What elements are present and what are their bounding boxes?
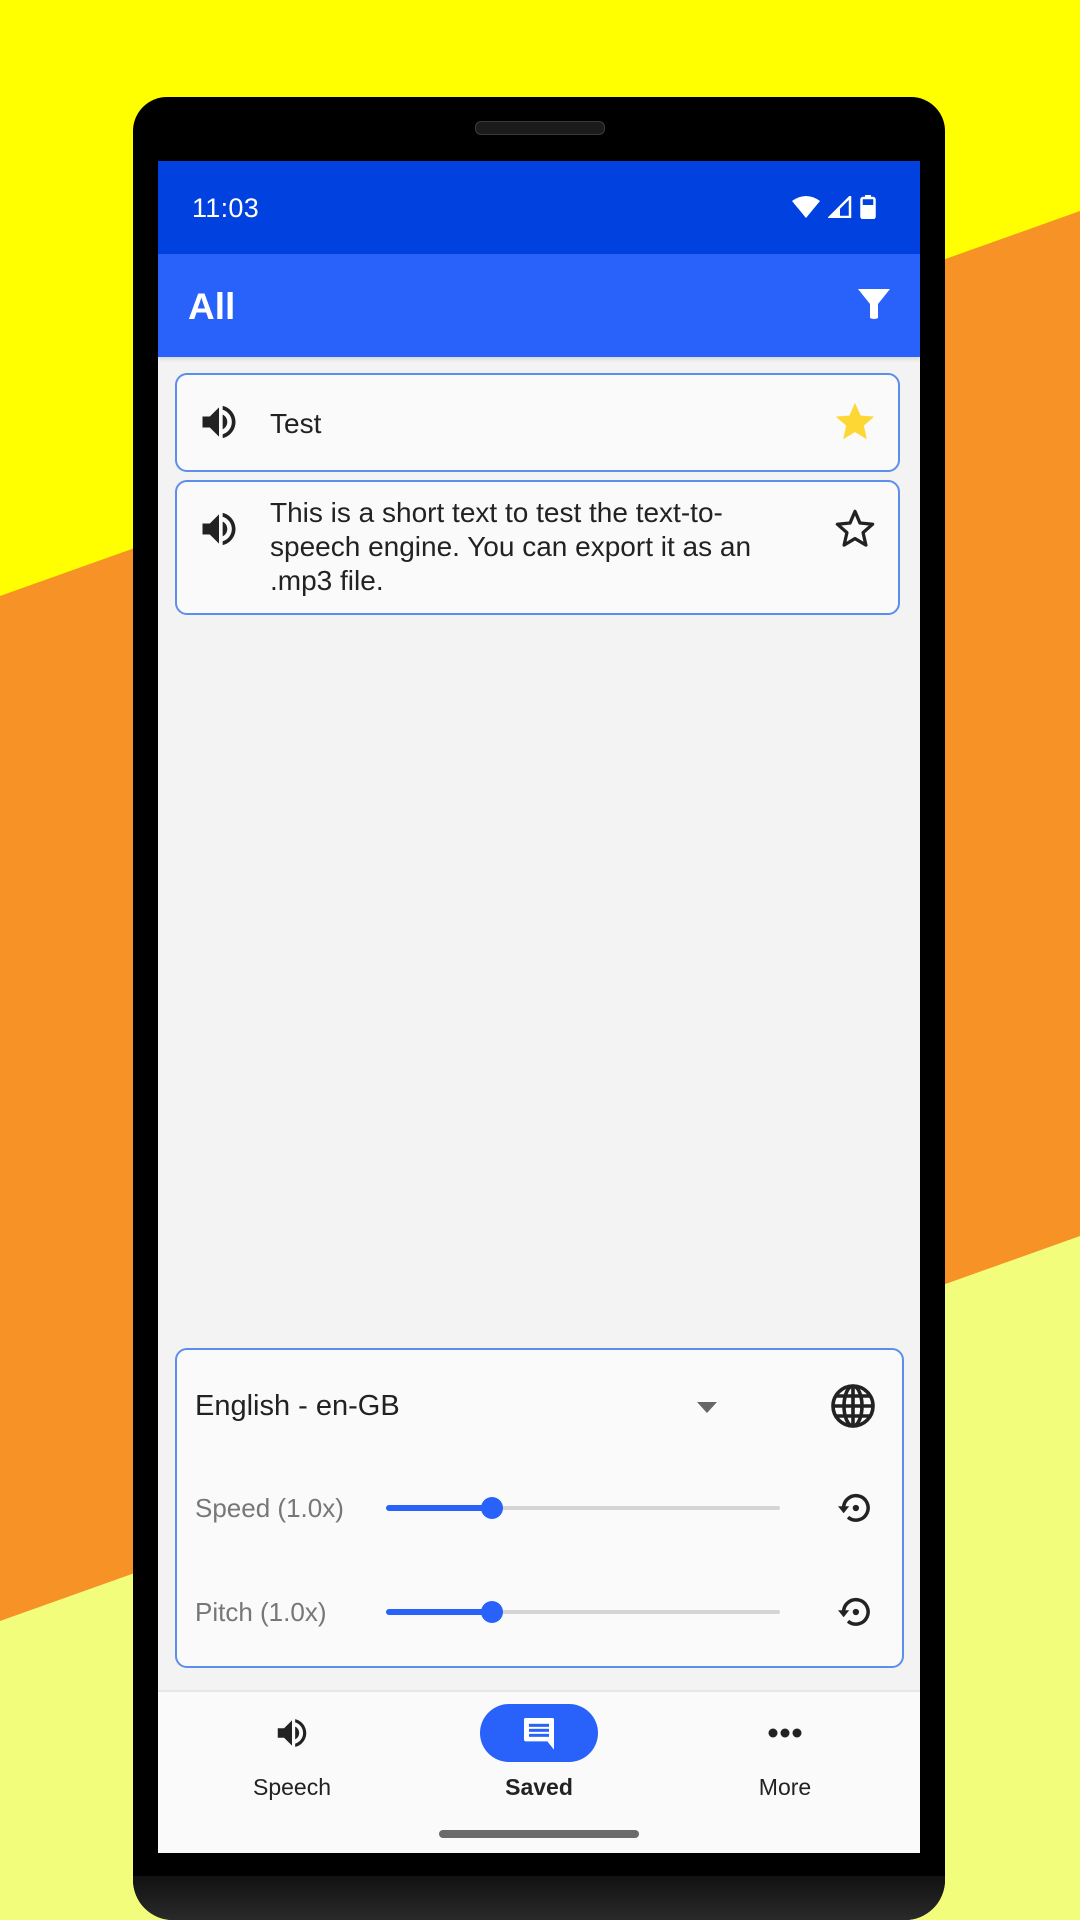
nav-icon-container (726, 1704, 844, 1762)
gesture-home-handle[interactable] (439, 1830, 639, 1838)
slider-thumb[interactable] (481, 1497, 504, 1519)
speed-slider[interactable] (386, 1493, 780, 1523)
play-speech-button[interactable] (197, 507, 241, 551)
phone-earpiece (475, 121, 605, 135)
message-icon (524, 1718, 554, 1750)
speaker-icon (202, 405, 236, 439)
slider-fill (386, 1505, 493, 1511)
more-horizontal-icon (768, 1728, 802, 1738)
nav-item-more[interactable]: More (685, 1692, 885, 1812)
phone-chin (133, 1876, 945, 1920)
nav-label: Speech (252, 1774, 331, 1800)
star-outline-icon (835, 509, 875, 547)
reset-pitch-button[interactable] (834, 1591, 876, 1633)
nav-icon-container (233, 1704, 351, 1762)
nav-label: Saved (505, 1774, 573, 1800)
cellular-signal-icon (828, 196, 852, 218)
saved-item-text: This is a short text to test the text-to… (270, 497, 752, 596)
nav-item-speech[interactable]: Speech (192, 1692, 392, 1812)
chevron-down-icon (697, 1402, 717, 1413)
saved-item[interactable]: This is a short text to test the text-to… (175, 480, 900, 615)
status-bar: 11:03 (158, 161, 920, 254)
speed-label: Speed (1.0x) (195, 1493, 344, 1523)
wifi-icon (792, 196, 820, 218)
nav-label: More (758, 1774, 812, 1800)
favorite-toggle[interactable] (832, 399, 878, 445)
pitch-label: Pitch (1.0x) (195, 1597, 327, 1627)
reset-speed-button[interactable] (834, 1487, 876, 1529)
speaker-icon (202, 512, 236, 546)
app-bar: All (158, 254, 920, 357)
reset-icon (838, 1597, 870, 1626)
saved-item[interactable]: Test (175, 373, 900, 472)
reset-icon (838, 1493, 870, 1522)
nav-icon-container (480, 1704, 598, 1762)
status-icons (792, 195, 876, 219)
play-speech-button[interactable] (197, 400, 241, 444)
nav-item-saved[interactable]: Saved (439, 1692, 639, 1812)
slider-thumb[interactable] (481, 1601, 504, 1623)
star-filled-icon (835, 402, 875, 440)
speaker-icon (277, 1719, 307, 1747)
saved-item-text: Test (270, 408, 322, 439)
bottom-navigation: Speech Saved More (158, 1690, 920, 1853)
battery-icon (860, 195, 876, 219)
app-screen: 11:03 All Test This is a short text to t… (158, 161, 920, 1853)
favorite-toggle[interactable] (832, 506, 878, 552)
language-selected: English - en-GB (195, 1390, 400, 1422)
voice-settings-panel: English - en-GB Speed (1.0x) Pitch (1.0x… (175, 1348, 904, 1668)
slider-fill (386, 1609, 493, 1615)
filter-icon (858, 289, 890, 319)
pitch-slider[interactable] (386, 1597, 780, 1627)
filter-button[interactable] (854, 284, 894, 324)
language-settings-button[interactable] (829, 1382, 877, 1430)
page-title: All (188, 286, 236, 327)
status-time: 11:03 (192, 193, 260, 223)
globe-icon (831, 1384, 875, 1428)
